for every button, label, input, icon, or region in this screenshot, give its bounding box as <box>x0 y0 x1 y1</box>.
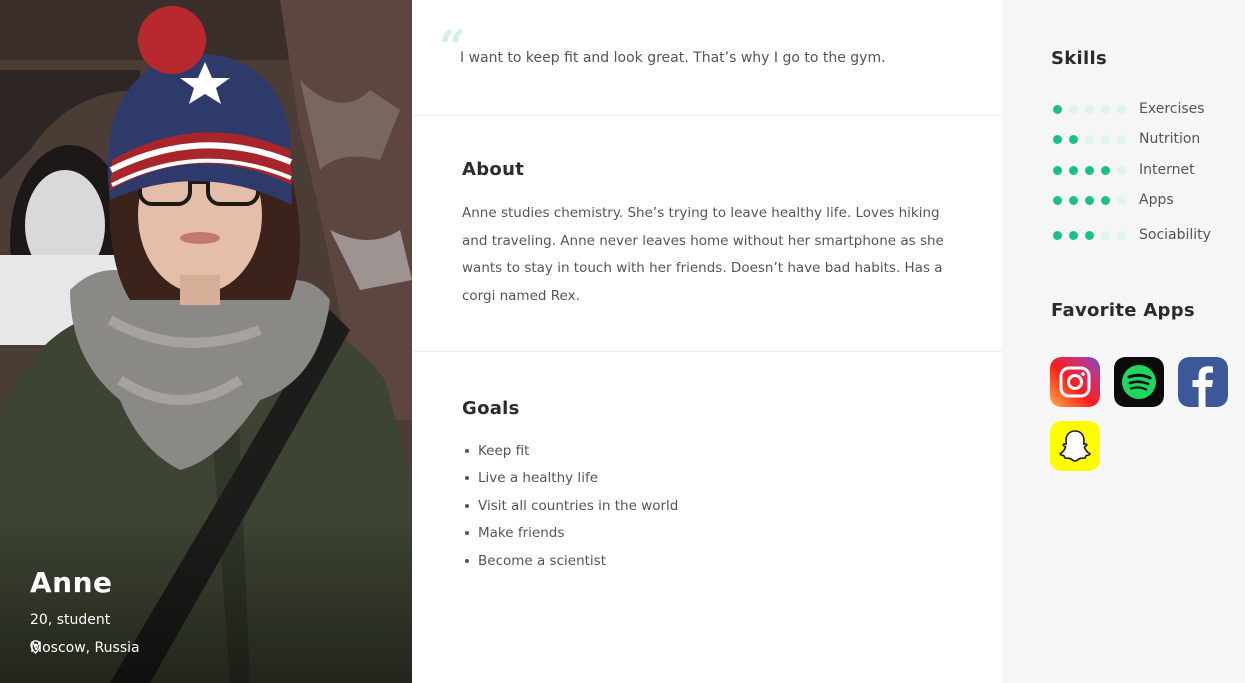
skill-dot-filled <box>1053 195 1062 205</box>
skill-dot-filled <box>1085 230 1094 240</box>
skill-dot-filled <box>1101 165 1110 175</box>
goal-item: Visit all countries in the world <box>462 495 678 522</box>
goal-item: Live a healthy life <box>462 467 678 494</box>
instagram-icon[interactable] <box>1050 357 1100 407</box>
persona-location-text: Moscow, Russia <box>30 640 140 656</box>
facebook-icon[interactable] <box>1178 357 1228 407</box>
skill-dot-empty <box>1069 104 1078 114</box>
skill-dot-filled <box>1053 230 1062 240</box>
skill-rating <box>1053 165 1139 175</box>
skill-dot-filled <box>1069 195 1078 205</box>
skill-label: Nutrition <box>1139 131 1201 147</box>
skill-label: Apps <box>1139 192 1174 208</box>
skill-dot-empty <box>1101 134 1110 144</box>
skills-title: Skills <box>1051 48 1107 69</box>
skill-row: Nutrition <box>1053 129 1200 149</box>
skill-label: Exercises <box>1139 101 1205 117</box>
about-title: About <box>462 159 525 180</box>
about-text: Anne studies chemistry. She’s trying to … <box>462 205 944 304</box>
skill-row: Sociability <box>1053 225 1211 245</box>
quote-section: “ I want to keep fit and look great. Tha… <box>412 0 1002 116</box>
snapchat-icon[interactable] <box>1050 421 1100 471</box>
skill-rating <box>1053 104 1139 114</box>
skill-dot-filled <box>1069 230 1078 240</box>
skill-dot-filled <box>1053 134 1062 144</box>
skill-rating <box>1053 134 1139 144</box>
skill-dot-filled <box>1053 104 1062 114</box>
about-section: About Anne studies chemistry. She’s tryi… <box>412 116 1002 352</box>
persona-location: Moscow, Russia <box>30 640 140 656</box>
skill-dot-filled <box>1053 165 1062 175</box>
persona-photo: Anne 20, student Moscow, Russia <box>0 0 412 683</box>
skill-dot-empty <box>1101 104 1110 114</box>
skill-dot-empty <box>1117 134 1126 144</box>
map-pin-icon <box>30 640 41 654</box>
skill-dot-empty <box>1085 104 1094 114</box>
persona-subtitle: 20, student <box>30 612 111 628</box>
skill-dot-empty <box>1101 230 1110 240</box>
quote-text: I want to keep fit and look great. That’… <box>460 50 886 66</box>
skill-dot-filled <box>1069 165 1078 175</box>
favorite-apps-title: Favorite Apps <box>1051 300 1195 321</box>
skill-dot-filled <box>1101 195 1110 205</box>
goals-list: Keep fit Live a healthy life Visit all c… <box>462 440 678 577</box>
skill-label: Internet <box>1139 162 1195 178</box>
goal-item: Keep fit <box>462 440 678 467</box>
skill-dot-empty <box>1117 165 1126 175</box>
spotify-icon[interactable] <box>1114 357 1164 407</box>
persona-details: “ I want to keep fit and look great. Tha… <box>412 0 1002 683</box>
goals-title: Goals <box>462 398 520 419</box>
skill-dot-empty <box>1117 195 1126 205</box>
persona-sidebar: Skills Exercises Nutrition Internet Apps… <box>1002 0 1245 683</box>
skill-dot-filled <box>1085 165 1094 175</box>
skill-dot-filled <box>1069 134 1078 144</box>
skill-rating <box>1053 195 1139 205</box>
skill-rating <box>1053 230 1139 240</box>
skill-dot-empty <box>1117 230 1126 240</box>
skill-label: Sociability <box>1139 227 1211 243</box>
skill-dot-filled <box>1085 195 1094 205</box>
persona-name: Anne <box>30 566 113 599</box>
skill-row: Apps <box>1053 190 1174 210</box>
skill-row: Internet <box>1053 160 1195 180</box>
skill-dot-empty <box>1085 134 1094 144</box>
goal-item: Make friends <box>462 522 678 549</box>
skill-row: Exercises <box>1053 99 1205 119</box>
skill-dot-empty <box>1117 104 1126 114</box>
goal-item: Become a scientist <box>462 550 678 577</box>
